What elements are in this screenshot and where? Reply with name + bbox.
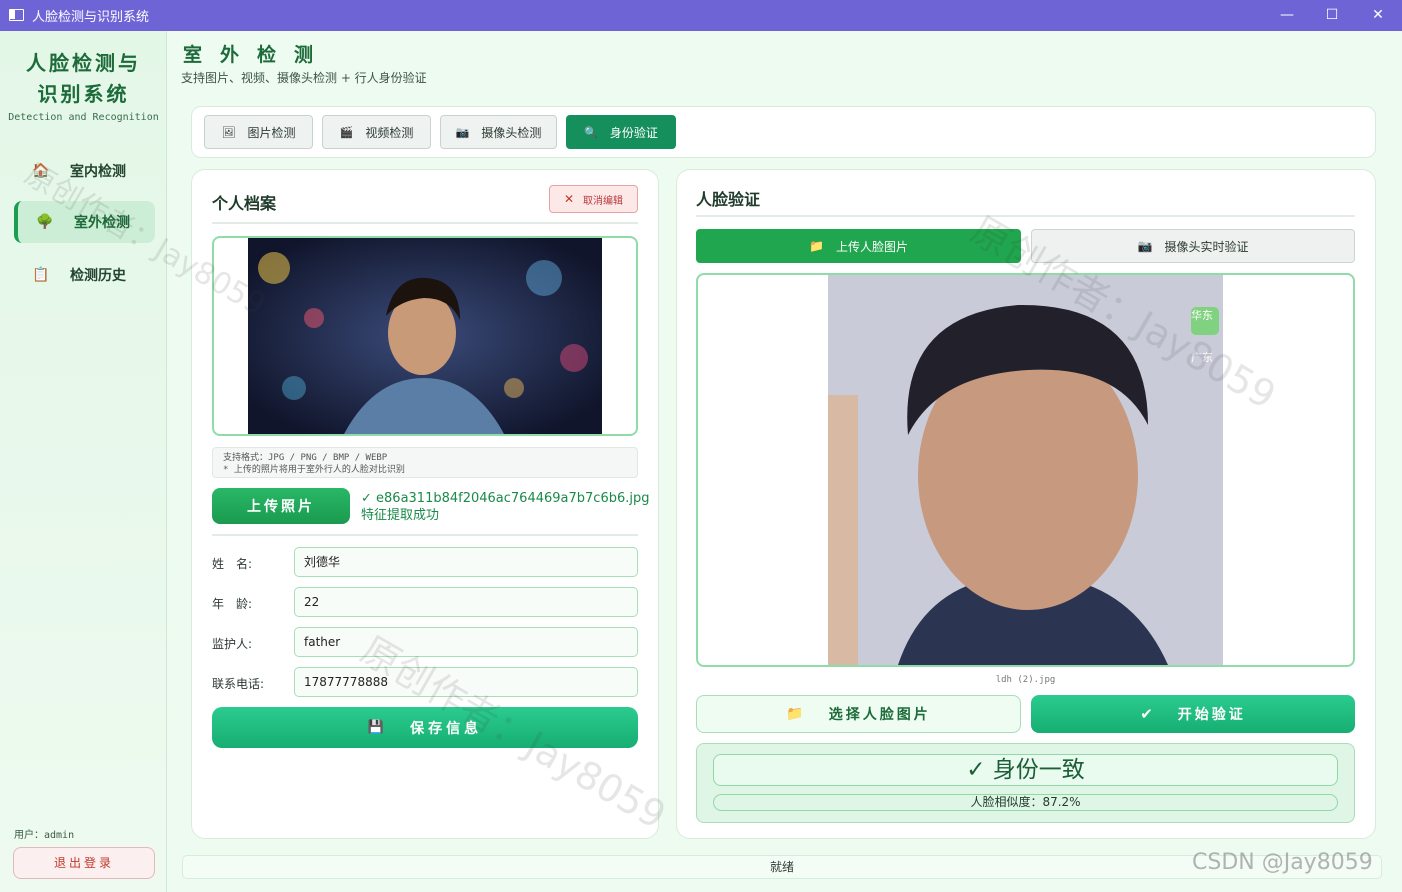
- window-title: 人脸检测与识别系统: [32, 10, 150, 25]
- choose-face-image-button[interactable]: 📁 选择人脸图片: [696, 695, 1021, 733]
- tab-image-detection[interactable]: 🖼 图片检测: [204, 115, 313, 149]
- tab-identity-verification[interactable]: 🔍 身份验证: [566, 115, 676, 149]
- age-label: 年 龄:: [212, 597, 253, 611]
- camera-icon: 📷: [455, 125, 470, 139]
- sidebar-title-line1: 人脸检测与: [26, 51, 141, 75]
- close-icon: ✕: [563, 192, 575, 206]
- verify-face-image: 华东 广东: [828, 275, 1223, 665]
- sidebar-item-detection-history[interactable]: 📋 检测历史: [14, 254, 155, 296]
- guardian-label: 监护人:: [212, 637, 253, 651]
- start-verify-label: 开始验证: [1177, 707, 1246, 723]
- tree-icon: 🌳: [36, 214, 54, 230]
- page-subtitle: 支持图片、视频、摄像头检测 + 行人身份验证: [181, 71, 427, 85]
- tab-label: 视频检测: [365, 125, 414, 140]
- cancel-edit-label: 取消编辑: [583, 195, 624, 207]
- similarity-bar: 人脸相似度：87.2%: [713, 794, 1338, 811]
- current-user-label: 用户：admin: [14, 830, 75, 841]
- close-button[interactable]: ✕: [1355, 0, 1401, 31]
- verify-image-frame[interactable]: 华东 广东: [696, 273, 1355, 667]
- verify-title: 人脸验证: [696, 190, 761, 209]
- hint-formats: 支持格式：JPG / PNG / BMP / WEBP: [223, 453, 388, 463]
- profile-photo: [248, 238, 602, 434]
- hint-usage: * 上传的照片将用于室外行人的人脸对比识别: [223, 465, 405, 475]
- upload-status-message: 特征提取成功: [361, 508, 440, 523]
- camera-verify-mode-label: 摄像头实时验证: [1164, 239, 1249, 254]
- upload-status-filename: ✓ e86a311b84f2046ac764469a7b7c6b6.jpg: [361, 491, 650, 506]
- name-field[interactable]: 刘德华: [294, 547, 638, 577]
- sidebar-subtitle: Detection and Recognition: [8, 112, 159, 123]
- tab-camera-detection[interactable]: 📷 摄像头检测: [440, 115, 557, 149]
- maximize-button[interactable]: ☐: [1309, 0, 1355, 31]
- clapper-icon: 🎬: [339, 125, 354, 139]
- tab-label: 摄像头检测: [481, 125, 542, 140]
- age-field[interactable]: 22: [294, 587, 638, 617]
- phone-label: 联系电话:: [212, 677, 265, 691]
- upload-format-hint: 支持格式：JPG / PNG / BMP / WEBP * 上传的照片将用于室外…: [212, 447, 638, 478]
- csdn-watermark: CSDN @Jay8059: [1192, 850, 1373, 875]
- upload-face-mode-label: 上传人脸图片: [835, 239, 908, 254]
- tab-label: 图片检测: [247, 125, 296, 140]
- name-label: 姓 名:: [212, 557, 253, 571]
- profile-photo-frame[interactable]: [212, 236, 638, 436]
- folder-icon: 📁: [786, 706, 807, 722]
- camera-icon: 📷: [1137, 239, 1153, 253]
- minimize-button[interactable]: —: [1264, 0, 1310, 31]
- folder-icon: 📁: [809, 239, 824, 253]
- tab-video-detection[interactable]: 🎬 视频检测: [322, 115, 431, 149]
- tab-label: 身份验证: [609, 125, 658, 140]
- clipboard-icon: 📋: [32, 267, 50, 283]
- check-icon: ✔: [1140, 705, 1156, 723]
- page-title: 室外检测: [183, 44, 332, 66]
- upload-status: ✓ e86a311b84f2046ac764469a7b7c6b6.jpg 特征…: [361, 490, 650, 524]
- sidebar-title-line2: 识别系统: [37, 82, 130, 106]
- magnifier-icon: 🔍: [584, 125, 598, 139]
- app-window-icon: [9, 9, 24, 21]
- verify-result-text: ✓ 身份一致: [713, 754, 1338, 786]
- guardian-field[interactable]: father: [294, 627, 638, 657]
- form-divider: [212, 534, 638, 536]
- verify-divider: [696, 215, 1355, 217]
- sidebar-item-label: 检测历史: [70, 268, 126, 284]
- logout-button[interactable]: 退出登录: [13, 847, 155, 879]
- title-bar: 人脸检测与识别系统 — ☐ ✕: [0, 0, 1402, 31]
- floppy-disk-icon: 💾: [367, 720, 389, 735]
- picture-icon: 🖼: [221, 125, 236, 139]
- profile-title: 个人档案: [212, 194, 277, 213]
- start-verify-button[interactable]: ✔ 开始验证: [1031, 695, 1355, 733]
- choose-face-image-label: 选择人脸图片: [828, 707, 931, 723]
- selected-filename: ldh (2).jpg: [995, 675, 1056, 685]
- sidebar-app-title: 人脸检测与 识别系统: [0, 48, 167, 110]
- upload-photo-button[interactable]: 上传照片: [212, 488, 350, 524]
- cancel-edit-button[interactable]: ✕ 取消编辑: [549, 185, 638, 213]
- profile-divider: [212, 222, 638, 224]
